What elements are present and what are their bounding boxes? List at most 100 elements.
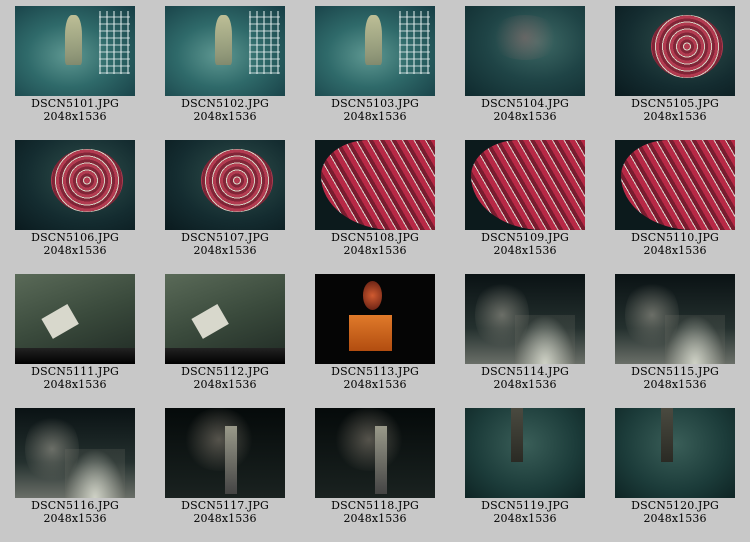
- thumbnail-image[interactable]: [165, 6, 285, 96]
- thumbnail-image[interactable]: [15, 274, 135, 364]
- thumbnail-caption: DSCN5104.JPG 2048x1536: [450, 97, 600, 123]
- thumbnail-caption: DSCN5107.JPG 2048x1536: [150, 231, 300, 257]
- thumbnail-caption: DSCN5118.JPG 2048x1536: [300, 499, 450, 525]
- gallery-item: DSCN5110.JPG 2048x1536: [600, 140, 750, 257]
- thumbnail-filename: DSCN5116.JPG: [31, 499, 119, 512]
- gallery-item: DSCN5118.JPG 2048x1536: [300, 408, 450, 525]
- thumbnail-filename: DSCN5103.JPG: [331, 97, 419, 110]
- thumbnail-image[interactable]: [615, 140, 735, 230]
- thumbnail-caption: DSCN5117.JPG 2048x1536: [150, 499, 300, 525]
- thumbnail-dimensions: 2048x1536: [343, 110, 407, 123]
- thumbnail-filename: DSCN5102.JPG: [181, 97, 269, 110]
- thumbnail-caption: DSCN5114.JPG 2048x1536: [450, 365, 600, 391]
- thumbnail-dimensions: 2048x1536: [493, 244, 557, 257]
- thumbnail-filename: DSCN5112.JPG: [181, 365, 269, 378]
- thumbnail-dimensions: 2048x1536: [643, 512, 707, 525]
- thumbnail-caption: DSCN5115.JPG 2048x1536: [600, 365, 750, 391]
- thumbnail-filename: DSCN5120.JPG: [631, 499, 719, 512]
- thumbnail-image[interactable]: [615, 274, 735, 364]
- thumbnail-filename: DSCN5115.JPG: [631, 365, 719, 378]
- thumbnail-image[interactable]: [465, 408, 585, 498]
- thumbnail-gallery: DSCN5101.JPG 2048x1536 DSCN5102.JPG 2048…: [0, 0, 750, 542]
- thumbnail-filename: DSCN5113.JPG: [331, 365, 419, 378]
- gallery-item: DSCN5112.JPG 2048x1536: [150, 274, 300, 391]
- thumbnail-caption: DSCN5105.JPG 2048x1536: [600, 97, 750, 123]
- thumbnail-caption: DSCN5101.JPG 2048x1536: [0, 97, 150, 123]
- thumbnail-image[interactable]: [615, 6, 735, 96]
- thumbnail-image[interactable]: [315, 6, 435, 96]
- thumbnail-caption: DSCN5111.JPG 2048x1536: [0, 365, 150, 391]
- thumbnail-filename: DSCN5118.JPG: [331, 499, 419, 512]
- thumbnail-dimensions: 2048x1536: [193, 110, 257, 123]
- thumbnail-image[interactable]: [615, 408, 735, 498]
- thumbnail-dimensions: 2048x1536: [343, 378, 407, 391]
- thumbnail-dimensions: 2048x1536: [643, 110, 707, 123]
- gallery-item: DSCN5102.JPG 2048x1536: [150, 6, 300, 123]
- gallery-item: DSCN5117.JPG 2048x1536: [150, 408, 300, 525]
- thumbnail-image[interactable]: [165, 274, 285, 364]
- thumbnail-filename: DSCN5114.JPG: [481, 365, 569, 378]
- thumbnail-filename: DSCN5117.JPG: [181, 499, 269, 512]
- thumbnail-image[interactable]: [15, 408, 135, 498]
- thumbnail-image[interactable]: [165, 140, 285, 230]
- thumbnail-caption: DSCN5119.JPG 2048x1536: [450, 499, 600, 525]
- thumbnail-caption: DSCN5108.JPG 2048x1536: [300, 231, 450, 257]
- gallery-item: DSCN5119.JPG 2048x1536: [450, 408, 600, 525]
- thumbnail-filename: DSCN5104.JPG: [481, 97, 569, 110]
- thumbnail-dimensions: 2048x1536: [43, 110, 107, 123]
- thumbnail-filename: DSCN5111.JPG: [31, 365, 119, 378]
- thumbnail-dimensions: 2048x1536: [643, 378, 707, 391]
- gallery-item: DSCN5115.JPG 2048x1536: [600, 274, 750, 391]
- thumbnail-dimensions: 2048x1536: [343, 244, 407, 257]
- thumbnail-caption: DSCN5106.JPG 2048x1536: [0, 231, 150, 257]
- thumbnail-filename: DSCN5119.JPG: [481, 499, 569, 512]
- thumbnail-dimensions: 2048x1536: [193, 512, 257, 525]
- thumbnail-filename: DSCN5101.JPG: [31, 97, 119, 110]
- gallery-item: DSCN5105.JPG 2048x1536: [600, 6, 750, 123]
- thumbnail-dimensions: 2048x1536: [43, 378, 107, 391]
- gallery-item: DSCN5116.JPG 2048x1536: [0, 408, 150, 525]
- thumbnail-filename: DSCN5108.JPG: [331, 231, 419, 244]
- gallery-item: DSCN5113.JPG 2048x1536: [300, 274, 450, 391]
- thumbnail-image[interactable]: [465, 6, 585, 96]
- gallery-item: DSCN5104.JPG 2048x1536: [450, 6, 600, 123]
- gallery-item: DSCN5111.JPG 2048x1536: [0, 274, 150, 391]
- thumbnail-dimensions: 2048x1536: [493, 378, 557, 391]
- thumbnail-caption: DSCN5102.JPG 2048x1536: [150, 97, 300, 123]
- thumbnail-image[interactable]: [15, 6, 135, 96]
- gallery-item: DSCN5106.JPG 2048x1536: [0, 140, 150, 257]
- thumbnail-dimensions: 2048x1536: [193, 378, 257, 391]
- gallery-item: DSCN5101.JPG 2048x1536: [0, 6, 150, 123]
- thumbnail-dimensions: 2048x1536: [643, 244, 707, 257]
- thumbnail-image[interactable]: [15, 140, 135, 230]
- thumbnail-image[interactable]: [465, 140, 585, 230]
- thumbnail-image[interactable]: [315, 408, 435, 498]
- thumbnail-filename: DSCN5109.JPG: [481, 231, 569, 244]
- thumbnail-caption: DSCN5110.JPG 2048x1536: [600, 231, 750, 257]
- thumbnail-caption: DSCN5113.JPG 2048x1536: [300, 365, 450, 391]
- gallery-item: DSCN5109.JPG 2048x1536: [450, 140, 600, 257]
- thumbnail-dimensions: 2048x1536: [343, 512, 407, 525]
- thumbnail-caption: DSCN5116.JPG 2048x1536: [0, 499, 150, 525]
- gallery-item: DSCN5120.JPG 2048x1536: [600, 408, 750, 525]
- thumbnail-dimensions: 2048x1536: [43, 512, 107, 525]
- thumbnail-image[interactable]: [465, 274, 585, 364]
- thumbnail-caption: DSCN5120.JPG 2048x1536: [600, 499, 750, 525]
- thumbnail-filename: DSCN5107.JPG: [181, 231, 269, 244]
- thumbnail-dimensions: 2048x1536: [493, 110, 557, 123]
- gallery-item: DSCN5103.JPG 2048x1536: [300, 6, 450, 123]
- thumbnail-caption: DSCN5109.JPG 2048x1536: [450, 231, 600, 257]
- thumbnail-caption: DSCN5112.JPG 2048x1536: [150, 365, 300, 391]
- gallery-item: DSCN5107.JPG 2048x1536: [150, 140, 300, 257]
- thumbnail-dimensions: 2048x1536: [193, 244, 257, 257]
- thumbnail-filename: DSCN5106.JPG: [31, 231, 119, 244]
- thumbnail-image[interactable]: [315, 274, 435, 364]
- thumbnail-dimensions: 2048x1536: [493, 512, 557, 525]
- thumbnail-dimensions: 2048x1536: [43, 244, 107, 257]
- thumbnail-image[interactable]: [165, 408, 285, 498]
- gallery-item: DSCN5114.JPG 2048x1536: [450, 274, 600, 391]
- thumbnail-caption: DSCN5103.JPG 2048x1536: [300, 97, 450, 123]
- thumbnail-filename: DSCN5110.JPG: [631, 231, 719, 244]
- thumbnail-filename: DSCN5105.JPG: [631, 97, 719, 110]
- thumbnail-image[interactable]: [315, 140, 435, 230]
